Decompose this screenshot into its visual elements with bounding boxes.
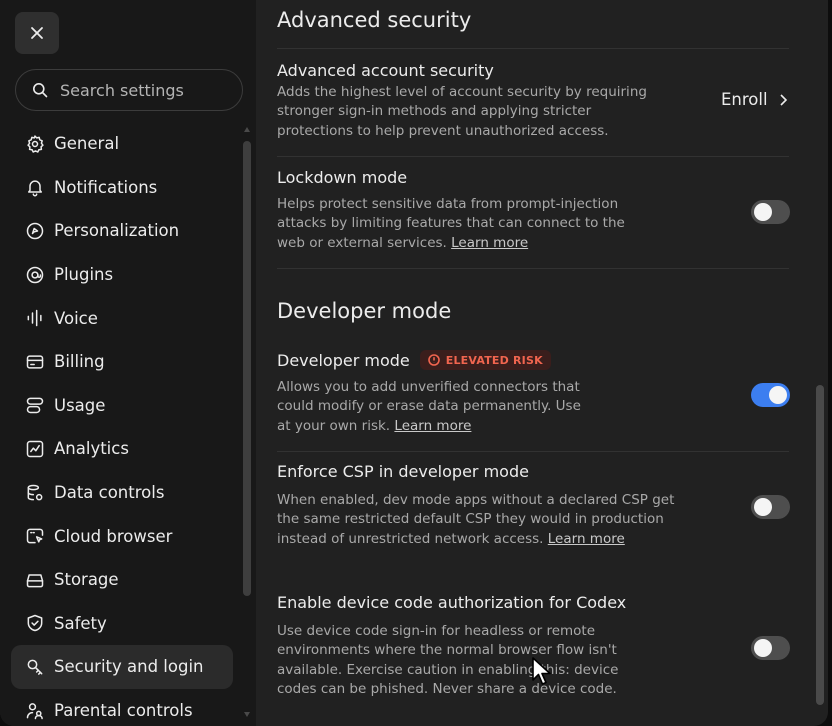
plugins-icon xyxy=(26,266,44,283)
security-key-icon xyxy=(27,659,43,675)
sidebar-item-data-controls[interactable]: Data controls xyxy=(11,471,233,515)
shield-icon xyxy=(27,615,43,632)
sidebar-nav: General Notifications Personalization Pl… xyxy=(11,122,233,726)
settings-window: General Notifications Personalization Pl… xyxy=(0,0,828,726)
setting-title-advanced-account-security: Advanced account security xyxy=(277,61,494,80)
sidebar-item-label: Plugins xyxy=(54,265,114,285)
sidebar-item-notifications[interactable]: Notifications xyxy=(11,166,233,210)
analytics-chart-icon xyxy=(26,440,44,458)
sidebar-item-label: General xyxy=(54,134,120,154)
sidebar-item-label: Cloud browser xyxy=(54,526,173,546)
warning-circle-icon xyxy=(427,354,440,366)
learn-more-link[interactable]: Learn more xyxy=(451,235,528,251)
close-icon xyxy=(31,27,43,39)
sidebar-item-personalization[interactable]: Personalization xyxy=(11,209,233,253)
sidebar-item-label: Notifications xyxy=(54,177,158,197)
toggle-knob xyxy=(769,386,787,404)
device-code-authorization-toggle[interactable] xyxy=(751,636,790,660)
sidebar-item-cloud-browser[interactable]: Cloud browser xyxy=(11,514,233,558)
personalization-icon xyxy=(26,222,44,240)
sidebar-item-label: Storage xyxy=(54,570,119,590)
scroll-up-arrow-icon[interactable] xyxy=(244,127,250,132)
sidebar-scrollbar[interactable] xyxy=(243,127,252,717)
section-heading-developer-mode: Developer mode xyxy=(277,299,452,323)
sidebar-item-analytics[interactable]: Analytics xyxy=(11,427,233,471)
sidebar-item-usage[interactable]: Usage xyxy=(11,384,233,428)
chevron-right-icon xyxy=(780,93,787,106)
gear-icon xyxy=(27,135,44,153)
sidebar-item-label: Analytics xyxy=(54,439,129,459)
setting-description-lockdown-mode: Helps protect sensitive data from prompt… xyxy=(277,195,637,253)
sidebar-scrollbar-thumb[interactable] xyxy=(243,141,251,596)
voice-waveform-icon xyxy=(27,309,42,327)
sidebar-item-plugins[interactable]: Plugins xyxy=(11,253,233,297)
settings-sidebar: General Notifications Personalization Pl… xyxy=(0,0,256,726)
lockdown-mode-toggle[interactable] xyxy=(751,200,790,224)
elevated-risk-badge: ELEVATED RISK xyxy=(419,350,551,370)
parental-icon xyxy=(26,702,43,719)
storage-drive-icon xyxy=(26,573,44,588)
sidebar-item-label: Usage xyxy=(54,395,106,415)
setting-description-enforce-csp: When enabled, dev mode apps without a de… xyxy=(277,491,677,549)
sidebar-item-safety[interactable]: Safety xyxy=(11,602,233,646)
sidebar-item-label: Personalization xyxy=(54,221,180,241)
section-heading-advanced-security: Advanced security xyxy=(277,8,472,32)
content-scrollbar-thumb[interactable] xyxy=(816,385,824,705)
settings-content: Advanced security Advanced account secur… xyxy=(256,0,828,726)
search-input[interactable] xyxy=(58,79,232,101)
sidebar-item-label: Voice xyxy=(54,308,98,328)
sidebar-item-parental-controls[interactable]: Parental controls xyxy=(11,689,233,726)
sidebar-item-label: Billing xyxy=(54,352,105,372)
bell-icon xyxy=(28,180,42,197)
sidebar-item-label: Safety xyxy=(54,613,107,633)
setting-title-enforce-csp: Enforce CSP in developer mode xyxy=(277,462,529,481)
setting-title-developer-mode: Developer mode ELEVATED RISK xyxy=(277,350,551,370)
toggle-knob xyxy=(754,498,772,516)
divider xyxy=(277,268,789,269)
enforce-csp-toggle[interactable] xyxy=(751,495,790,519)
learn-more-link[interactable]: Learn more xyxy=(394,418,471,434)
divider xyxy=(277,48,789,49)
cloud-browser-icon xyxy=(26,528,44,544)
sidebar-item-security-and-login[interactable]: Security and login xyxy=(11,645,233,689)
sidebar-item-label: Data controls xyxy=(54,483,165,503)
setting-description-developer-mode: Allows you to add unverified connectors … xyxy=(277,378,597,436)
sidebar-item-storage[interactable]: Storage xyxy=(11,558,233,602)
enroll-label: Enroll xyxy=(721,90,768,109)
scroll-down-arrow-icon[interactable] xyxy=(244,712,250,717)
sidebar-item-general[interactable]: General xyxy=(11,122,233,166)
sidebar-item-label: Parental controls xyxy=(54,701,193,721)
developer-mode-toggle[interactable] xyxy=(751,383,790,407)
sidebar-item-voice[interactable]: Voice xyxy=(11,296,233,340)
enroll-button[interactable]: Enroll xyxy=(721,90,788,109)
search-box[interactable] xyxy=(15,69,243,111)
credit-card-icon xyxy=(26,355,44,369)
setting-title-device-code-authorization: Enable device code authorization for Cod… xyxy=(277,593,627,612)
mouse-pointer-icon xyxy=(532,657,551,685)
search-icon xyxy=(33,83,48,98)
divider xyxy=(277,451,789,452)
setting-description-device-code-authorization: Use device code sign-in for headless or … xyxy=(277,623,619,697)
developer-mode-label: Developer mode xyxy=(277,350,410,370)
divider xyxy=(277,156,789,157)
badge-text: ELEVATED RISK xyxy=(445,353,543,367)
learn-more-link[interactable]: Learn more xyxy=(548,531,625,547)
usage-icon xyxy=(26,397,44,414)
close-button[interactable] xyxy=(15,12,59,54)
toggle-knob xyxy=(754,203,772,221)
toggle-knob xyxy=(754,639,772,657)
sidebar-item-label: Security and login xyxy=(54,657,204,677)
sidebar-item-billing[interactable]: Billing xyxy=(11,340,233,384)
database-icon xyxy=(27,484,43,500)
setting-description-advanced-account-security: Adds the highest level of account securi… xyxy=(277,84,647,139)
setting-title-lockdown-mode: Lockdown mode xyxy=(277,168,408,187)
